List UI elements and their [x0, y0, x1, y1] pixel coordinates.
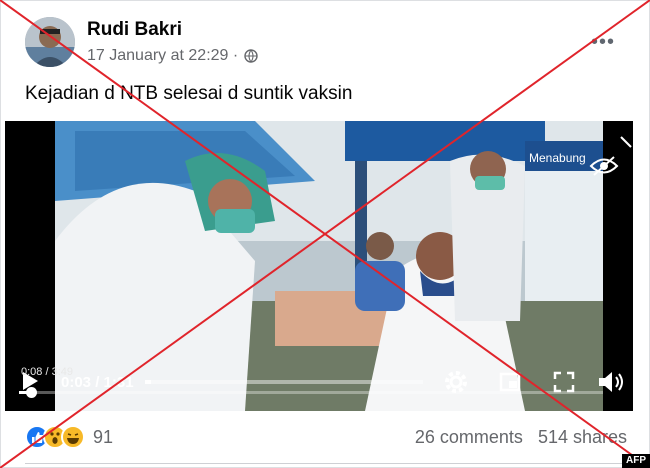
reaction-count: 91 — [93, 426, 114, 447]
current-time: 0:03 / 1:31 — [61, 374, 134, 391]
comments-count[interactable]: 26 comments — [415, 427, 523, 447]
video-frame: Menabung — [55, 121, 603, 411]
more-options-icon[interactable]: ••• — [591, 31, 615, 54]
author-avatar[interactable] — [25, 17, 75, 67]
scrubber-handle[interactable] — [25, 387, 37, 398]
hide-icon[interactable] — [589, 155, 619, 177]
progress-fill — [145, 380, 151, 384]
post-meta: 17 January at 22:29 · — [87, 47, 258, 65]
avatar-photo — [25, 17, 75, 67]
volume-progress-bar[interactable] — [145, 380, 423, 384]
video-still: Menabung — [55, 121, 603, 411]
post-timestamp[interactable]: 17 January at 22:29 · — [87, 47, 238, 65]
fullscreen-icon[interactable] — [553, 371, 575, 393]
post-text: Kejadian d NTB selesai d suntik vaksin — [25, 83, 353, 104]
close-corner-icon[interactable] — [619, 135, 633, 149]
sign-text: Menabung — [529, 151, 586, 165]
divider — [25, 463, 627, 464]
globe-icon — [244, 49, 258, 63]
author-name[interactable]: Rudi Bakri — [87, 19, 182, 41]
afp-watermark: AFP — [622, 454, 650, 468]
haha-icon — [61, 425, 85, 449]
video-player[interactable]: Menabung 0:08 / 3:49 0:03 / 1:31 — [5, 121, 633, 411]
miniplayer-icon[interactable] — [499, 371, 521, 393]
video-scrubber[interactable] — [19, 387, 603, 398]
reaction-summary[interactable]: 91 — [25, 425, 113, 449]
engagement-stats: 26 comments 514 shares — [415, 427, 627, 448]
facebook-post: Rudi Bakri 17 January at 22:29 · ••• Kej… — [0, 0, 650, 468]
shares-count[interactable]: 514 shares — [538, 427, 627, 447]
